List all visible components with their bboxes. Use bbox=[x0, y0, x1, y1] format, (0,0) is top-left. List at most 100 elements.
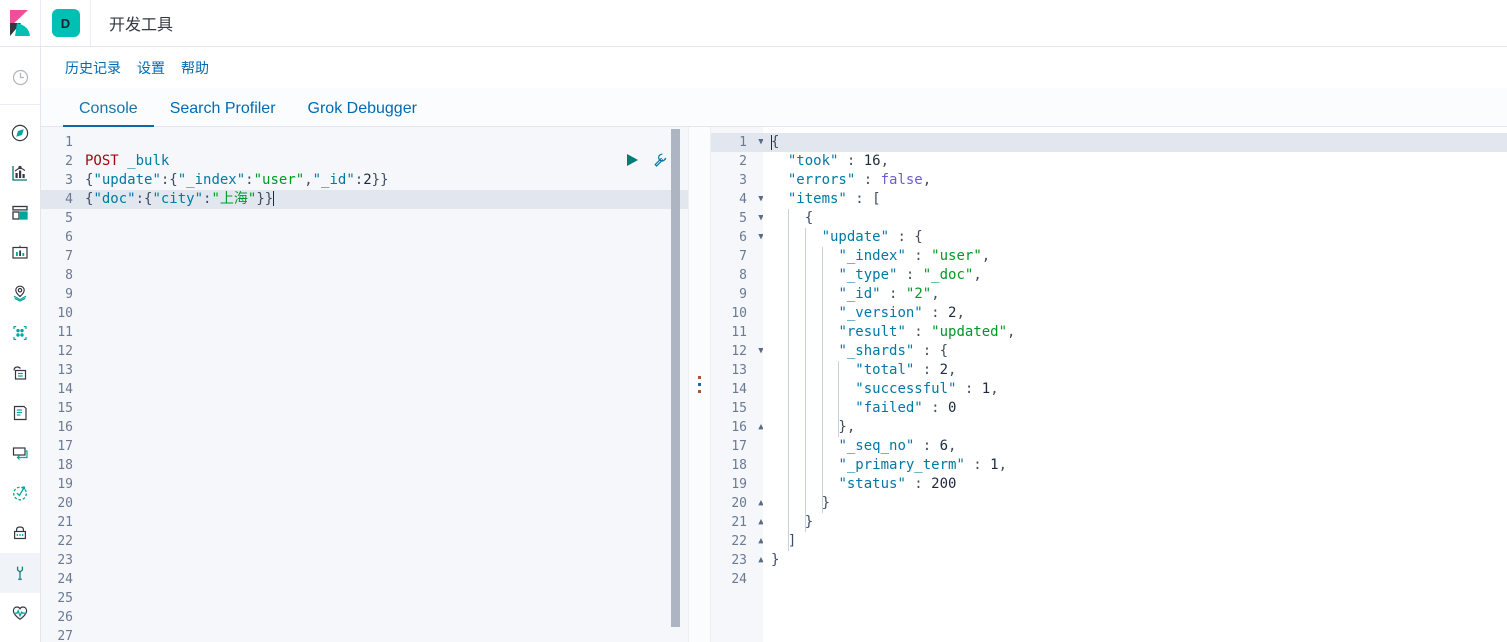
code-line[interactable] bbox=[81, 247, 688, 266]
response-line[interactable]: "_seq_no" : 6, bbox=[763, 437, 1507, 456]
wrench-icon[interactable] bbox=[652, 152, 668, 173]
code-line[interactable] bbox=[81, 418, 688, 437]
response-line[interactable]: "successful" : 1, bbox=[763, 380, 1507, 399]
code-line[interactable] bbox=[81, 608, 688, 627]
response-line[interactable]: { bbox=[763, 133, 1507, 152]
response-line[interactable]: "_index" : "user", bbox=[763, 247, 1507, 266]
response-line[interactable]: "_version" : 2, bbox=[763, 304, 1507, 323]
code-line[interactable] bbox=[81, 399, 688, 418]
response-line[interactable]: "_id" : "2", bbox=[763, 285, 1507, 304]
response-line[interactable]: } bbox=[763, 513, 1507, 532]
code-line[interactable] bbox=[81, 285, 688, 304]
request-editor[interactable]: POST _bulk {"update":{"_index":"user","_i… bbox=[81, 127, 688, 642]
code-line[interactable] bbox=[81, 570, 688, 589]
code-line[interactable] bbox=[81, 532, 688, 551]
response-line[interactable]: } bbox=[763, 494, 1507, 513]
sidebar-item-discover[interactable] bbox=[0, 113, 40, 153]
code-line[interactable] bbox=[81, 323, 688, 342]
sidebar-item-machine-learning[interactable] bbox=[0, 313, 40, 353]
sidebar-item-dev-tools[interactable] bbox=[0, 553, 40, 593]
code-line[interactable] bbox=[81, 209, 688, 228]
sidebar-item-monitoring[interactable] bbox=[0, 593, 40, 633]
response-line[interactable]: "total" : 2, bbox=[763, 361, 1507, 380]
response-line[interactable]: "status" : 200 bbox=[763, 475, 1507, 494]
code-line[interactable] bbox=[81, 228, 688, 247]
code-line[interactable] bbox=[81, 266, 688, 285]
code-line[interactable] bbox=[81, 494, 688, 513]
space-avatar: D bbox=[51, 9, 80, 37]
response-line[interactable]: "_shards" : { bbox=[763, 342, 1507, 361]
line-number: 7 bbox=[739, 249, 747, 264]
request-editor-pane[interactable]: 1 2 3 4 5 6 7 8 9 10 11 12 13 14 15 16 17 18 19 20 21 22 23 24 2… bbox=[41, 127, 688, 642]
response-line[interactable]: { bbox=[763, 209, 1507, 228]
sidebar-item-canvas[interactable] bbox=[0, 233, 40, 273]
token: "_id" bbox=[838, 286, 881, 302]
code-line[interactable]: POST _bulk bbox=[81, 152, 688, 171]
code-line[interactable] bbox=[81, 380, 688, 399]
sidebar-item-uptime[interactable] bbox=[0, 473, 40, 513]
response-viewer[interactable]: { "took" : 16, "errors" : false, "items"… bbox=[763, 127, 1507, 642]
help-link[interactable]: 帮助 bbox=[173, 58, 217, 78]
line-number: 14 bbox=[57, 382, 73, 397]
text-cursor bbox=[273, 191, 275, 206]
response-line[interactable] bbox=[763, 570, 1507, 589]
code-line[interactable]: {"update":{"_index":"user","_id":2}} bbox=[81, 171, 688, 190]
line-number: 6 bbox=[65, 230, 73, 245]
lock-icon bbox=[11, 524, 29, 542]
panel-splitter[interactable] bbox=[688, 127, 711, 642]
code-line[interactable] bbox=[81, 456, 688, 475]
request-scrollbar[interactable] bbox=[671, 127, 680, 642]
response-pane[interactable]: 1 ▼ 2 3 4 ▼ 5 ▼ 6 ▼ 7 8 9 10 11 12 ▼ 13 14 15 16 ▲ 17 18 19 20 ▲ 21… bbox=[711, 127, 1507, 642]
history-link[interactable]: 历史记录 bbox=[65, 58, 129, 78]
space-avatar-button[interactable]: D bbox=[41, 0, 91, 46]
code-line[interactable] bbox=[81, 475, 688, 494]
response-line[interactable]: "failed" : 0 bbox=[763, 399, 1507, 418]
response-line[interactable]: } bbox=[763, 551, 1507, 570]
token: : { bbox=[914, 343, 949, 359]
line-number: 18 bbox=[731, 458, 747, 473]
token: : bbox=[905, 476, 932, 492]
tab-console[interactable]: Console bbox=[63, 101, 154, 127]
sidebar-item-logs[interactable] bbox=[0, 393, 40, 433]
code-line[interactable] bbox=[81, 551, 688, 570]
token: , bbox=[948, 362, 957, 378]
response-line[interactable]: ] bbox=[763, 532, 1507, 551]
sidebar-item-dashboard[interactable] bbox=[0, 193, 40, 233]
play-icon[interactable] bbox=[624, 152, 640, 173]
sidebar-item-management[interactable] bbox=[0, 633, 40, 642]
sidebar-item-apm[interactable] bbox=[0, 433, 40, 473]
tab-grok-debugger[interactable]: Grok Debugger bbox=[292, 101, 433, 126]
sidebar-item-infrastructure[interactable] bbox=[0, 353, 40, 393]
token: "user" bbox=[931, 248, 982, 264]
sidebar-item-visualize[interactable] bbox=[0, 153, 40, 193]
tab-search-profiler[interactable]: Search Profiler bbox=[154, 101, 292, 126]
response-line[interactable]: }, bbox=[763, 418, 1507, 437]
response-line[interactable]: "_type" : "_doc", bbox=[763, 266, 1507, 285]
sidebar-item-maps[interactable] bbox=[0, 273, 40, 313]
response-line[interactable]: "result" : "updated", bbox=[763, 323, 1507, 342]
code-line[interactable] bbox=[81, 133, 688, 152]
code-line[interactable] bbox=[81, 513, 688, 532]
settings-link[interactable]: 设置 bbox=[129, 58, 173, 78]
code-line[interactable] bbox=[81, 361, 688, 380]
code-line[interactable] bbox=[81, 589, 688, 608]
code-line[interactable] bbox=[81, 342, 688, 361]
sidebar-item-siem[interactable] bbox=[0, 513, 40, 553]
sidebar-item-recently-viewed[interactable] bbox=[0, 57, 40, 97]
response-line[interactable]: "took" : 16, bbox=[763, 152, 1507, 171]
code-line[interactable]: {"doc":{"city":"上海"}} bbox=[81, 190, 688, 209]
response-line[interactable]: "errors" : false, bbox=[763, 171, 1507, 190]
response-line[interactable]: "items" : [ bbox=[763, 190, 1507, 209]
code-line[interactable] bbox=[81, 304, 688, 323]
request-line-numbers: 1 2 3 4 5 6 7 8 9 10 11 12 13 14 15 16 17 18 19 20 21 22 23 24 2… bbox=[41, 127, 81, 642]
code-line[interactable] bbox=[81, 627, 688, 642]
response-line[interactable]: "_primary_term" : 1, bbox=[763, 456, 1507, 475]
kibana-logo-button[interactable] bbox=[0, 0, 41, 46]
code-line[interactable] bbox=[81, 437, 688, 456]
request-scrollbar-thumb[interactable] bbox=[671, 129, 680, 627]
line-number: 27 bbox=[57, 629, 73, 642]
token: "city" bbox=[152, 191, 204, 207]
response-line[interactable]: "update" : { bbox=[763, 228, 1507, 247]
